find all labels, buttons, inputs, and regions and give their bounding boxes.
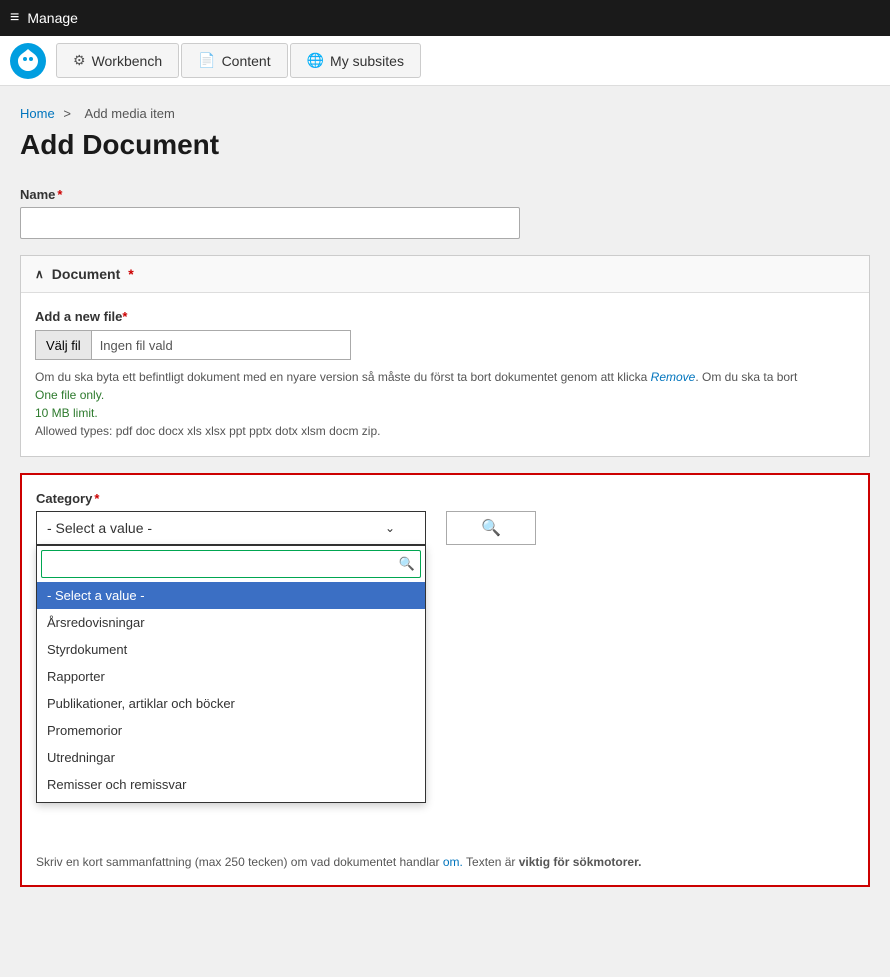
- top-bar: ≡ Manage: [0, 0, 890, 36]
- category-section: Category* - Select a value - ⌄ 🔍 - Selec…: [20, 473, 870, 887]
- dropdown-options[interactable]: - Select a value - Årsredovisningar Styr…: [37, 582, 425, 802]
- hamburger-icon: ≡: [10, 9, 19, 27]
- choose-file-button[interactable]: Välj fil: [35, 330, 91, 360]
- name-input[interactable]: [20, 207, 520, 239]
- bottom-hint-link[interactable]: om.: [443, 855, 463, 869]
- name-field-group: Name*: [20, 187, 870, 239]
- dropdown-option-rapporter[interactable]: Rapporter: [37, 663, 425, 690]
- dropdown-option-vagledningar[interactable]: Vägledningar, råd och kunskapsöversikter: [37, 798, 425, 802]
- dropdown-search-container: 🔍: [37, 546, 425, 582]
- dropdown-search-icon: 🔍: [399, 556, 415, 572]
- tab-my-subsites-label: My subsites: [330, 53, 404, 69]
- select-value: - Select a value -: [47, 520, 152, 536]
- dropdown-option-promemorior[interactable]: Promemorior: [37, 717, 425, 744]
- file-types-text: Allowed types: pdf doc docx xls xlsx ppt…: [35, 424, 380, 438]
- tab-my-subsites[interactable]: 🌐 My subsites: [290, 43, 421, 78]
- document-section-body: Add a new file* Välj fil Ingen fil vald …: [21, 293, 869, 456]
- add-file-required: *: [122, 309, 127, 324]
- breadcrumb: Home > Add media item: [0, 96, 890, 125]
- breadcrumb-separator: >: [63, 106, 71, 121]
- tab-content[interactable]: 📄 Content: [181, 43, 287, 78]
- tab-workbench[interactable]: ⚙ Workbench: [56, 43, 179, 78]
- file-help-text: Om du ska byta ett befintligt dokument m…: [35, 368, 855, 440]
- dropdown-option-styrdokument[interactable]: Styrdokument: [37, 636, 425, 663]
- document-required: *: [128, 266, 133, 282]
- manage-menu[interactable]: ≡ Manage: [10, 9, 78, 27]
- document-section-label: Document: [52, 266, 120, 282]
- bottom-hint-bold: viktig för sökmotorer.: [519, 855, 642, 869]
- document-section-header[interactable]: ∧ Document *: [21, 256, 869, 293]
- breadcrumb-home[interactable]: Home: [20, 106, 55, 121]
- dropdown-option-utredningar[interactable]: Utredningar: [37, 744, 425, 771]
- search-icon: 🔍: [481, 518, 501, 538]
- file-upload-row: Välj fil Ingen fil vald: [35, 330, 855, 360]
- tab-workbench-label: Workbench: [92, 53, 163, 69]
- subsites-icon: 🌐: [307, 52, 324, 69]
- dropdown-option-remisser[interactable]: Remisser och remissvar: [37, 771, 425, 798]
- category-select[interactable]: - Select a value - ⌄: [36, 511, 426, 545]
- page-title: Add Document: [0, 125, 890, 177]
- collapse-icon: ∧: [35, 267, 44, 281]
- add-file-label: Add a new file*: [35, 309, 855, 324]
- dropdown-option-publikationer[interactable]: Publikationer, artiklar och böcker: [37, 690, 425, 717]
- workbench-icon: ⚙: [73, 52, 86, 69]
- file-only-text: One file only.: [35, 388, 104, 402]
- name-required: *: [57, 187, 62, 202]
- dropdown-option-select[interactable]: - Select a value -: [37, 582, 425, 609]
- dropdown-container: 🔍 - Select a value - Årsredovisningar St…: [36, 545, 426, 803]
- dropdown-search-input[interactable]: [41, 550, 421, 578]
- content-icon: 📄: [198, 52, 215, 69]
- document-section: ∧ Document * Add a new file* Välj fil In…: [20, 255, 870, 457]
- right-search-box[interactable]: 🔍: [446, 511, 536, 545]
- tab-content-label: Content: [222, 53, 271, 69]
- chevron-down-icon: ⌄: [385, 521, 395, 535]
- dropdown-option-arsredovisningar[interactable]: Årsredovisningar: [37, 609, 425, 636]
- nav-tabs: ⚙ Workbench 📄 Content 🌐 My subsites: [56, 36, 421, 85]
- main-content: Name* ∧ Document * Add a new file* Välj …: [0, 177, 890, 977]
- category-row: - Select a value - ⌄ 🔍 - Select a value …: [36, 511, 854, 545]
- manage-label: Manage: [27, 10, 78, 26]
- breadcrumb-add-media: Add media item: [85, 106, 175, 121]
- category-label: Category*: [36, 491, 854, 506]
- file-input-display: Ingen fil vald: [91, 330, 351, 360]
- name-label: Name*: [20, 187, 870, 202]
- category-select-wrapper: - Select a value - ⌄ 🔍 - Select a value …: [36, 511, 426, 545]
- file-size-text: 10 MB limit.: [35, 406, 98, 420]
- category-required: *: [94, 491, 99, 506]
- remove-link[interactable]: Remove: [651, 370, 696, 384]
- bottom-hint: Skriv en kort sammanfattning (max 250 te…: [36, 855, 854, 869]
- drupal-logo: [10, 43, 46, 79]
- nav-bar: ⚙ Workbench 📄 Content 🌐 My subsites: [0, 36, 890, 86]
